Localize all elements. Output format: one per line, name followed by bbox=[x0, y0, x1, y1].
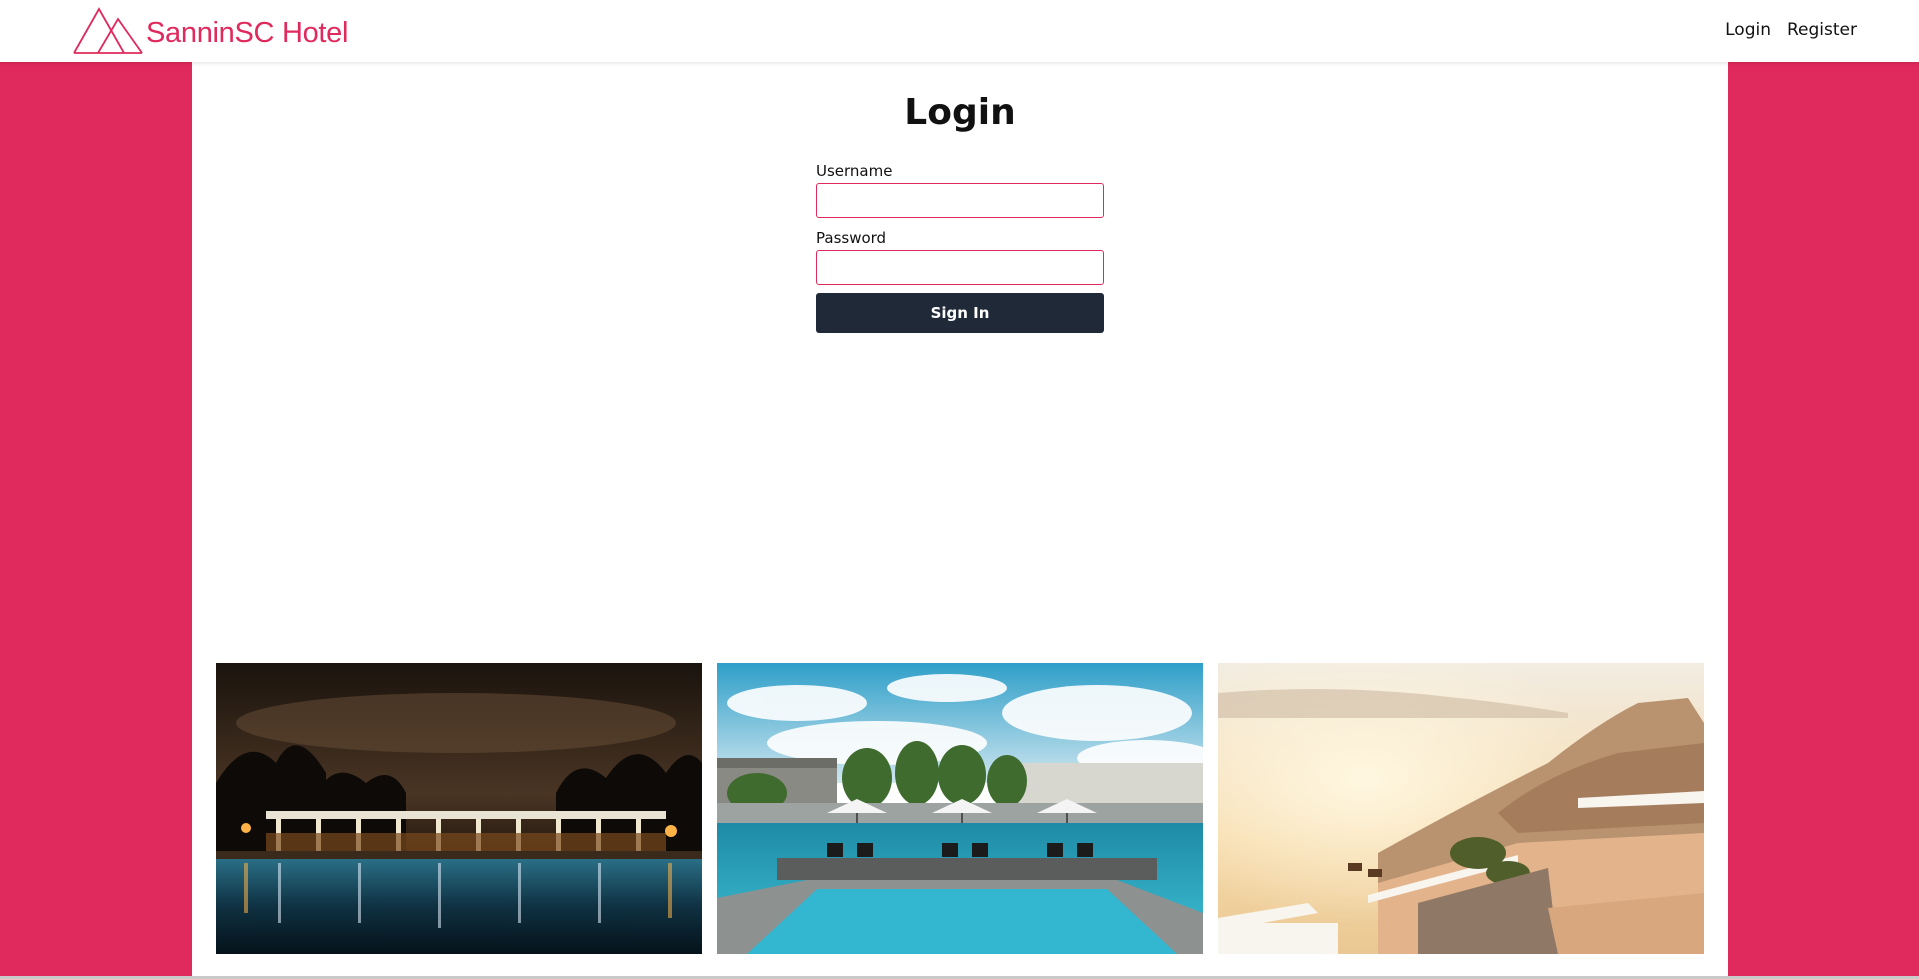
username-group: Username bbox=[816, 162, 1104, 218]
sea-terrace-photo bbox=[1218, 663, 1704, 954]
username-label: Username bbox=[816, 162, 893, 180]
navbar: SanninSC Hotel Login Register bbox=[0, 0, 1919, 62]
password-input[interactable] bbox=[816, 250, 1104, 285]
day-pool-photo bbox=[717, 663, 1203, 954]
username-input[interactable] bbox=[816, 183, 1104, 218]
night-pool-photo bbox=[216, 663, 702, 954]
mountain-logo-icon bbox=[73, 7, 143, 54]
sign-in-button[interactable]: Sign In bbox=[816, 293, 1104, 333]
photo-gallery bbox=[216, 663, 1704, 954]
main-panel: Login Username Password Sign In bbox=[192, 62, 1728, 979]
nav-links: Login Register bbox=[1725, 20, 1857, 40]
nav-login-link[interactable]: Login bbox=[1725, 20, 1771, 40]
brand-link[interactable]: SanninSC Hotel bbox=[72, 6, 348, 56]
brand-name: SanninSC Hotel bbox=[146, 16, 349, 49]
password-group: Password bbox=[816, 229, 1104, 285]
password-label: Password bbox=[816, 229, 887, 247]
login-form: Username Password Sign In bbox=[816, 162, 1104, 333]
nav-register-link[interactable]: Register bbox=[1787, 20, 1857, 40]
page-title: Login bbox=[904, 92, 1016, 133]
